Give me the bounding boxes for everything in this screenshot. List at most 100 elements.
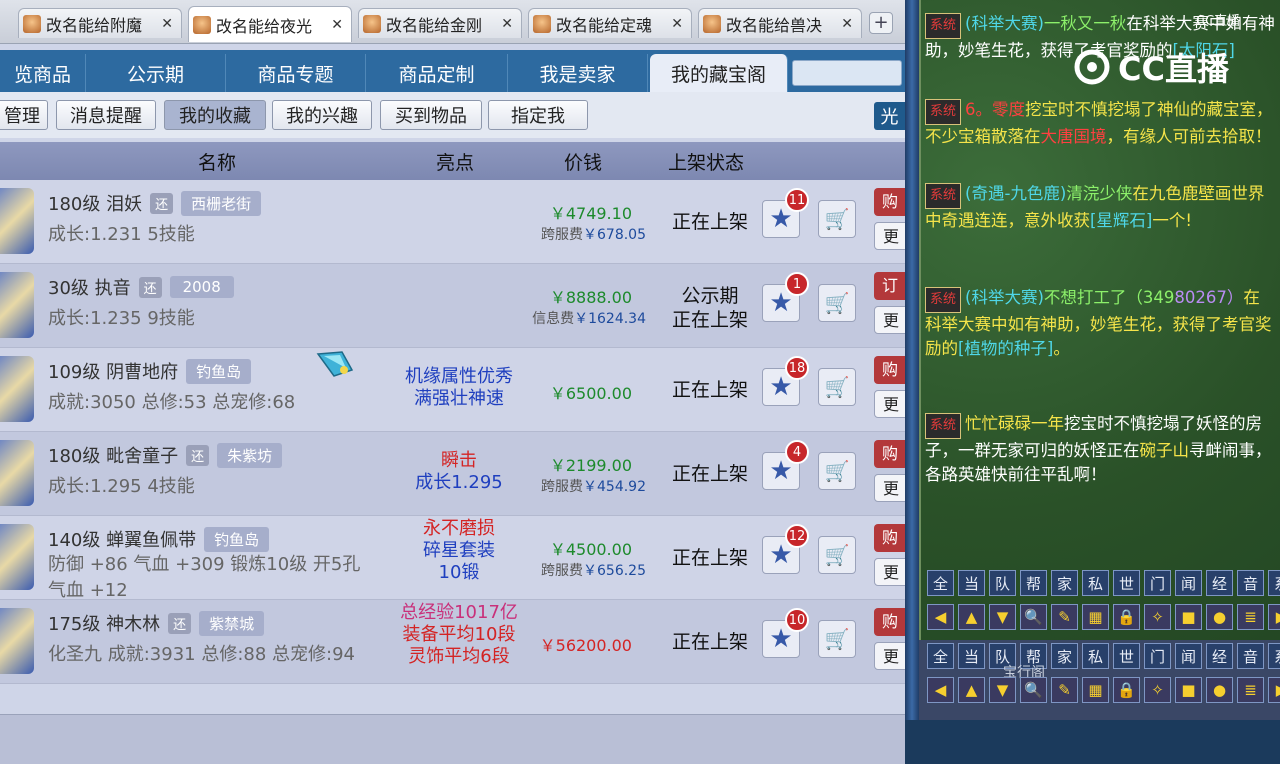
search-icon[interactable]: 🔍 [1020, 677, 1047, 703]
lock-icon[interactable]: 🔒 [1113, 677, 1140, 703]
channel-button[interactable]: 帮 [1020, 570, 1047, 596]
arrow-left-icon[interactable]: ◀ [927, 604, 954, 630]
lock-icon[interactable]: 🔒 [1113, 604, 1140, 630]
channel-button[interactable]: 家 [1051, 643, 1078, 669]
nav-custom[interactable]: 商品定制 [366, 54, 508, 92]
search-input[interactable] [792, 60, 902, 86]
arrow-left-icon[interactable]: ◀ [927, 677, 954, 703]
nav-seller[interactable]: 我是卖家 [508, 54, 648, 92]
chat-bubble-icon[interactable]: ● [1206, 604, 1233, 630]
avatar[interactable] [0, 188, 34, 254]
close-icon[interactable]: ✕ [501, 16, 513, 32]
channel-button[interactable]: 世 [1113, 643, 1140, 669]
broom-icon[interactable]: ✧ [1144, 677, 1171, 703]
buy-button[interactable]: 订 [874, 272, 906, 300]
channel-button[interactable]: 世 [1113, 570, 1140, 596]
more-button[interactable]: 更 [874, 558, 906, 586]
search-icon[interactable]: 🔍 [1020, 604, 1047, 630]
nav-browse[interactable]: 览商品 [0, 54, 86, 92]
buy-button[interactable]: 购 [874, 440, 906, 468]
list-icon[interactable]: ≣ [1237, 677, 1264, 703]
avatar[interactable] [0, 608, 34, 674]
shopping-cart-icon[interactable]: 🛒 [818, 620, 856, 658]
more-button[interactable]: 更 [874, 642, 906, 670]
grid-icon[interactable]: ▦ [1082, 604, 1109, 630]
subnav-purchased[interactable]: 买到物品 [380, 100, 482, 130]
channel-button[interactable]: 门 [1144, 643, 1171, 669]
broom-icon[interactable]: ✧ [1144, 604, 1171, 630]
arrow-up-icon[interactable]: ▲ [958, 604, 985, 630]
arrow-right-icon[interactable]: ▶ [1268, 677, 1280, 703]
avatar[interactable] [0, 272, 34, 338]
nav-topics[interactable]: 商品专题 [226, 54, 366, 92]
arrow-down-icon[interactable]: ▼ [989, 677, 1016, 703]
close-icon[interactable]: ✕ [161, 16, 173, 32]
channel-button[interactable]: 全 [927, 643, 954, 669]
channel-button[interactable]: 系 [1268, 570, 1280, 596]
nav-public[interactable]: 公示期 [86, 54, 226, 92]
avatar[interactable] [0, 356, 34, 422]
browser-tab-2[interactable]: 改名能给夜光 ✕ [188, 6, 352, 42]
channel-button[interactable]: 私 [1082, 643, 1109, 669]
channel-button[interactable]: 全 [927, 570, 954, 596]
table-row[interactable]: 175级 神木林还紫禁城 化圣九 成就:3931 总修:88 总宠修:94 总经验1… [0, 600, 906, 684]
note-icon[interactable]: ✎ [1051, 677, 1078, 703]
table-row[interactable]: 180级 毗舍童子还朱紫坊 成长:1.295 4技能 瞬击 成长1.295 ￥2199.… [0, 432, 906, 516]
channel-button[interactable]: 经 [1206, 570, 1233, 596]
browser-tab-1[interactable]: 改名能给附魔 ✕ [18, 8, 182, 38]
shopping-cart-icon[interactable]: 🛒 [818, 452, 856, 490]
nav-my-treasure[interactable]: 我的藏宝阁 [650, 54, 788, 92]
subnav-favorites[interactable]: 我的收藏 [164, 100, 266, 130]
shopping-cart-icon[interactable]: 🛒 [818, 368, 856, 406]
buy-button[interactable]: 购 [874, 608, 906, 636]
subnav-interests[interactable]: 我的兴趣 [272, 100, 372, 130]
arrow-down-icon[interactable]: ▼ [989, 604, 1016, 630]
subnav-manage[interactable]: 管理 [0, 100, 48, 130]
avatar[interactable] [0, 524, 34, 590]
more-button[interactable]: 更 [874, 474, 906, 502]
browser-tab-4[interactable]: 改名能给定魂 ✕ [528, 8, 692, 38]
channel-button[interactable]: 闻 [1175, 643, 1202, 669]
browser-tab-3[interactable]: 改名能给金刚 ✕ [358, 8, 522, 38]
channel-button[interactable]: 系 [1268, 643, 1280, 669]
shopping-cart-icon[interactable]: 🛒 [818, 200, 856, 238]
close-icon[interactable]: ✕ [671, 16, 683, 32]
table-row[interactable]: 140级 蝉翼鱼佩带 钓鱼岛 防御 +86 气血 +309 锻炼10级 开5孔 气血 … [0, 516, 906, 601]
new-tab-button[interactable]: + [869, 12, 893, 34]
channel-button[interactable]: 当 [958, 643, 985, 669]
buy-button[interactable]: 购 [874, 356, 906, 384]
chat-bubble-icon[interactable]: ● [1206, 677, 1233, 703]
channel-button[interactable]: 经 [1206, 643, 1233, 669]
table-row[interactable]: 30级 执音还 2008 成长:1.235 9技能 ￥8888.00 信息费￥1624.… [0, 264, 906, 348]
list-icon[interactable]: ≣ [1237, 604, 1264, 630]
shopping-cart-icon[interactable]: 🛒 [818, 536, 856, 574]
channel-button[interactable]: 家 [1051, 570, 1078, 596]
more-button[interactable]: 更 [874, 222, 906, 250]
edge-button[interactable]: 光 [874, 102, 905, 130]
channel-button[interactable]: 门 [1144, 570, 1171, 596]
channel-button[interactable]: 私 [1082, 570, 1109, 596]
arrow-up-icon[interactable]: ▲ [958, 677, 985, 703]
close-icon[interactable]: ✕ [331, 17, 343, 33]
buy-button[interactable]: 购 [874, 524, 906, 552]
channel-button[interactable]: 音 [1237, 570, 1264, 596]
table-row[interactable]: 180级 泪妖还西栅老街 成长:1.231 5技能 ￥4749.10 跨服费￥678.… [0, 180, 906, 264]
more-button[interactable]: 更 [874, 306, 906, 334]
avatar[interactable] [0, 440, 34, 506]
channel-button[interactable]: 闻 [1175, 570, 1202, 596]
channel-button[interactable]: 当 [958, 570, 985, 596]
more-button[interactable]: 更 [874, 390, 906, 418]
arrow-right-icon[interactable]: ▶ [1268, 604, 1280, 630]
buy-button[interactable]: 购 [874, 188, 906, 216]
folder-icon[interactable]: ■ [1175, 677, 1202, 703]
grid-icon[interactable]: ▦ [1082, 677, 1109, 703]
subnav-messages[interactable]: 消息提醒 [56, 100, 156, 130]
channel-button[interactable]: 队 [989, 570, 1016, 596]
note-icon[interactable]: ✎ [1051, 604, 1078, 630]
browser-tab-5[interactable]: 改名能给兽决 ✕ [698, 8, 862, 38]
close-icon[interactable]: ✕ [841, 16, 853, 32]
channel-button[interactable]: 音 [1237, 643, 1264, 669]
subnav-designated[interactable]: 指定我 [488, 100, 588, 130]
shopping-cart-icon[interactable]: 🛒 [818, 284, 856, 322]
table-row[interactable]: 109级 阴曹地府 钓鱼岛 成就:3050 总修:53 总宠修:68 机缘属性优秀 满强… [0, 348, 906, 432]
